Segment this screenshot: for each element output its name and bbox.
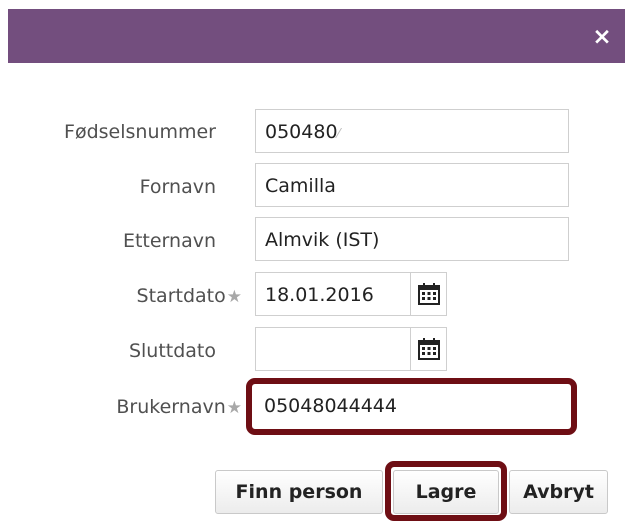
startdato-calendar-button[interactable] bbox=[411, 272, 447, 316]
fodselsnummer-label: Fødselsnummer bbox=[64, 121, 216, 143]
fodselsnummer-field[interactable]: 050480⁄ bbox=[255, 109, 569, 153]
sluttdato-calendar-button[interactable] bbox=[411, 327, 447, 371]
lagre-highlight bbox=[385, 461, 507, 521]
finn-person-button[interactable]: Finn person bbox=[215, 470, 383, 514]
fornavn-label: Fornavn bbox=[139, 176, 216, 198]
startdato-field[interactable]: 18.01.2016 bbox=[255, 272, 411, 316]
sluttdato-field[interactable] bbox=[255, 327, 411, 371]
sluttdato-label: Sluttdato bbox=[128, 340, 216, 362]
startdato-label: Startdato★ bbox=[136, 285, 242, 307]
dialog-titlebar bbox=[8, 9, 625, 63]
required-star-icon: ★ bbox=[226, 398, 242, 418]
brukernavn-highlight bbox=[246, 378, 577, 435]
fornavn-field[interactable]: Camilla bbox=[255, 163, 569, 207]
avbryt-button[interactable]: Avbryt bbox=[509, 470, 608, 514]
close-icon[interactable]: × bbox=[589, 24, 615, 50]
calendar-icon bbox=[417, 283, 440, 305]
brukernavn-label: Brukernavn★ bbox=[116, 396, 242, 418]
etternavn-field[interactable]: Almvik (IST) bbox=[255, 217, 569, 261]
required-star-icon: ★ bbox=[226, 287, 242, 307]
etternavn-label: Etternavn bbox=[122, 230, 216, 252]
calendar-icon bbox=[417, 338, 440, 360]
